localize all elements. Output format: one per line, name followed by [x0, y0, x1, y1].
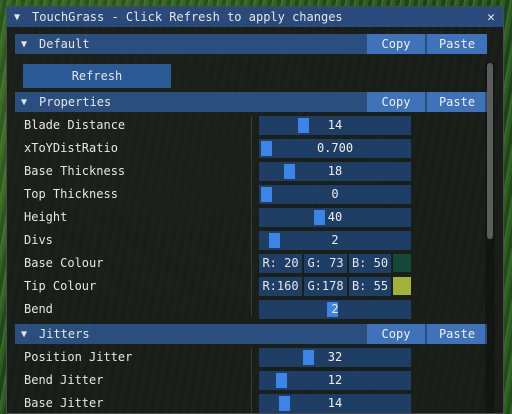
section-header-jitters[interactable]: ▼ Jitters Copy Paste: [15, 324, 487, 344]
tip-colour-b-field[interactable]: B: 55: [349, 277, 391, 296]
base-colour-r-field[interactable]: R: 20: [259, 254, 302, 273]
tip-colour-r-field[interactable]: R:160: [259, 277, 302, 296]
slider-value: 32: [327, 350, 343, 364]
divs-slider[interactable]: 2: [259, 231, 411, 250]
slider-value: 14: [327, 118, 343, 132]
property-row: Base Thickness 18: [15, 162, 487, 182]
section-header-default[interactable]: ▼ Default Copy Paste: [15, 34, 487, 54]
base-thickness-slider[interactable]: 18: [259, 162, 411, 181]
slider-value: 0.700: [316, 141, 354, 155]
property-label: Top Thickness: [24, 187, 118, 201]
property-row: Height 40: [15, 208, 487, 228]
base-colour-row: Base Colour R: 20 G: 73 B: 50: [15, 254, 487, 274]
scrollbar-thumb[interactable]: [487, 63, 493, 239]
chevron-down-icon[interactable]: ▼: [21, 39, 33, 50]
property-label: Tip Colour: [24, 279, 97, 293]
base-colour-g-field[interactable]: G: 73: [304, 254, 347, 273]
tip-colour-row: Tip Colour R:160 G:178 B: 55: [15, 277, 487, 297]
jitter-row: Base Jitter 14: [15, 394, 487, 413]
section-header-properties[interactable]: ▼ Properties Copy Paste: [15, 92, 487, 112]
jitters-copy-button[interactable]: Copy: [367, 324, 425, 344]
jitter-row: Bend Jitter 12: [15, 371, 487, 391]
window-titlebar[interactable]: ▼ TouchGrass - Click Refresh to apply ch…: [7, 7, 503, 27]
slider-value: 14: [327, 396, 343, 410]
jitters-paste-button[interactable]: Paste: [427, 324, 487, 344]
property-label: Divs: [24, 233, 53, 247]
slider-value: 2: [331, 302, 339, 316]
tip-colour-g-field[interactable]: G:178: [304, 277, 347, 296]
slider-value: 40: [327, 210, 343, 224]
slider-value: 2: [331, 233, 339, 247]
property-row: Top Thickness 0: [15, 185, 487, 205]
section-title-default: Default: [39, 37, 90, 51]
chevron-down-icon[interactable]: ▼: [21, 329, 33, 340]
properties-copy-button[interactable]: Copy: [367, 92, 425, 112]
properties-paste-button[interactable]: Paste: [427, 92, 487, 112]
property-label: Blade Distance: [24, 118, 126, 132]
property-label: Base Thickness: [24, 164, 126, 178]
bend-slider[interactable]: 2: [259, 300, 411, 319]
top-thickness-slider[interactable]: 0: [259, 185, 411, 204]
slider-value: 0: [331, 187, 339, 201]
section-title-properties: Properties: [39, 95, 112, 109]
property-row: xToYDistRatio 0.700: [15, 139, 487, 159]
property-row: Divs 2: [15, 231, 487, 251]
property-label: xToYDistRatio: [24, 141, 118, 155]
base-jitter-slider[interactable]: 14: [259, 394, 411, 413]
collapse-window-icon[interactable]: ▼: [14, 12, 28, 23]
property-row: Blade Distance 14: [15, 116, 487, 136]
tip-colour-swatch[interactable]: [393, 277, 411, 295]
height-slider[interactable]: 40: [259, 208, 411, 227]
xtoy-dist-ratio-slider[interactable]: 0.700: [259, 139, 411, 158]
default-paste-button[interactable]: Paste: [427, 34, 487, 54]
property-row: Bend 2: [15, 300, 487, 320]
base-colour-swatch[interactable]: [393, 254, 411, 272]
default-copy-button[interactable]: Copy: [367, 34, 425, 54]
touchgrass-window: ▼ TouchGrass - Click Refresh to apply ch…: [6, 6, 504, 414]
jitter-row: Position Jitter 32: [15, 348, 487, 368]
close-icon[interactable]: ✕: [483, 10, 499, 25]
blade-distance-slider[interactable]: 14: [259, 116, 411, 135]
refresh-button[interactable]: Refresh: [23, 64, 171, 88]
position-jitter-slider[interactable]: 32: [259, 348, 411, 367]
slider-value: 18: [327, 164, 343, 178]
property-label: Position Jitter: [24, 350, 133, 364]
bend-jitter-slider[interactable]: 12: [259, 371, 411, 390]
property-label: Bend Jitter: [24, 373, 104, 387]
window-title: TouchGrass - Click Refresh to apply chan…: [32, 10, 343, 24]
property-label: Base Colour: [24, 256, 104, 270]
chevron-down-icon[interactable]: ▼: [21, 97, 33, 108]
property-label: Bend: [24, 302, 53, 316]
section-title-jitters: Jitters: [39, 327, 90, 341]
base-colour-b-field[interactable]: B: 50: [349, 254, 391, 273]
slider-value: 12: [327, 373, 343, 387]
property-label: Height: [24, 210, 68, 224]
property-label: Base Jitter: [24, 396, 104, 410]
